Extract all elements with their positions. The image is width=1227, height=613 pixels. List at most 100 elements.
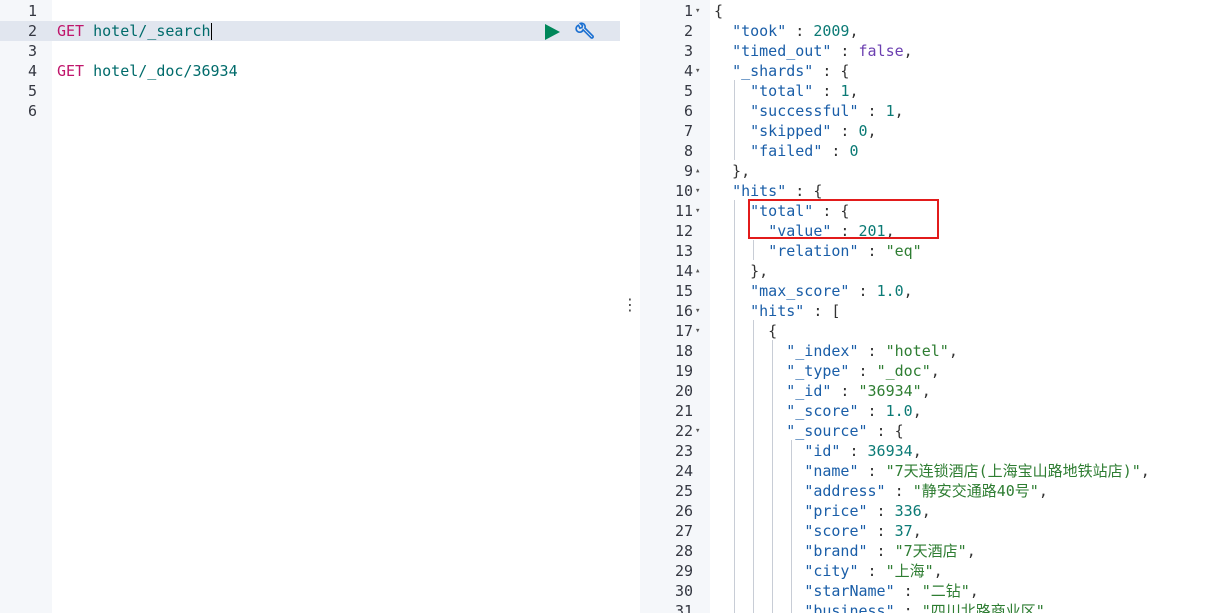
response-line: 21 "_score" : 1.0, [640,401,1227,421]
line-number: 26 [674,502,693,520]
request-line[interactable]: 4 GET hotel/_doc/36934 [0,61,620,81]
json-key: "name" [804,462,859,480]
fold-collapse-icon[interactable]: ▾ [695,301,705,321]
line-number: 4 [683,62,693,80]
line-number: 1 [27,2,37,20]
http-method: GET [57,62,85,80]
json-punctuation: : [831,122,859,140]
json-punctuation: , [1044,602,1054,613]
line-number: 10 [674,182,693,200]
line-number: 17 [674,322,693,340]
json-punctuation: : [858,342,886,360]
response-line: 11 ▾ "total" : { [640,201,1227,221]
line-number: 29 [674,562,693,580]
json-code: "score" : 37, [714,521,921,541]
line-number: 2 [27,22,37,40]
line-number: 3 [683,42,693,60]
http-method: GET [57,22,85,40]
line-number: 27 [674,522,693,540]
json-number: 0 [858,122,868,140]
json-code: "price" : 336, [714,501,930,521]
response-line: 26 "price" : 336, [640,501,1227,521]
response-line: 28 "brand" : "7天酒店", [640,541,1227,561]
json-punctuation: : [849,362,877,380]
line-number: 6 [683,102,693,120]
line-number: 12 [674,222,693,240]
request-settings-button[interactable] [574,22,594,42]
request-code[interactable]: GET hotel/_search [57,21,212,41]
response-line: 12 "value" : 201, [640,221,1227,241]
fold-collapse-icon[interactable]: ▾ [695,421,705,441]
request-path: hotel/_doc/36934 [84,62,238,80]
json-punctuation: }, [714,162,751,180]
fold-collapse-icon[interactable]: ▾ [695,321,705,341]
line-number: 24 [674,462,693,480]
json-punctuation: }, [714,262,769,280]
json-punctuation: : [858,402,886,420]
response-line: 5 "total" : 1, [640,81,1227,101]
json-punctuation: : [831,382,859,400]
json-punctuation: , [912,402,922,420]
line-number: 19 [674,362,693,380]
play-icon [545,24,560,40]
json-code: }, [714,161,750,181]
line-number: 31 [674,602,693,613]
json-string: "四川北路商业区" [921,602,1045,613]
json-string: "7天连锁酒店(上海宝山路地铁站店)" [885,462,1141,480]
response-line: 6 "successful" : 1, [640,101,1227,121]
fold-collapse-icon[interactable]: ▾ [695,61,705,81]
json-punctuation: : { [813,202,850,220]
json-code: "_id" : "36934", [714,381,931,401]
line-number: 23 [674,442,693,460]
line-number: 2 [683,22,693,40]
json-code: "max_score" : 1.0, [714,281,913,301]
fold-collapse-icon[interactable]: ▾ [695,181,705,201]
json-punctuation: : [ [804,302,841,320]
request-code[interactable]: GET hotel/_doc/36934 [57,61,238,81]
line-number: 14 [674,262,693,280]
fold-collapse-icon[interactable]: ▾ [695,201,705,221]
response-line: 2 "took" : 2009, [640,21,1227,41]
json-punctuation: , [849,22,859,40]
request-line[interactable]: 1 [0,1,620,21]
response-line: 8 "failed" : 0 [640,141,1227,161]
fold-expand-icon[interactable]: ▴ [695,161,705,181]
response-line: 14 ▴ }, [640,261,1227,281]
json-punctuation: , [912,442,922,460]
json-punctuation: : [867,542,895,560]
json-punctuation: , [903,42,913,60]
json-punctuation: : [831,222,859,240]
json-code: "_type" : "_doc", [714,361,940,381]
request-line[interactable]: 5 [0,81,620,101]
json-punctuation: : [867,522,895,540]
request-line[interactable]: 3 [0,41,620,61]
line-number: 5 [27,82,37,100]
json-punctuation: , [966,542,976,560]
json-punctuation: : { [813,62,850,80]
request-line[interactable]: 6 [0,101,620,121]
line-number: 1 [683,2,693,20]
fold-collapse-icon[interactable]: ▾ [695,1,705,21]
json-punctuation: : [885,482,913,500]
response-line: 10 ▾ "hits" : { [640,181,1227,201]
json-key: "value" [768,222,832,240]
pane-splitter[interactable]: ⋮ [622,295,638,315]
json-punctuation: : [849,282,877,300]
line-number: 4 [27,62,37,80]
json-code: "hits" : { [714,181,822,201]
fold-expand-icon[interactable]: ▴ [695,261,705,281]
request-editor[interactable]: 1 2 GET hotel/_search 3 4 GET hotel/_doc/3693… [0,0,620,613]
response-line: 22 ▾ "_source" : { [640,421,1227,441]
run-request-button[interactable] [543,23,561,41]
request-line[interactable]: 2 GET hotel/_search [0,21,620,41]
